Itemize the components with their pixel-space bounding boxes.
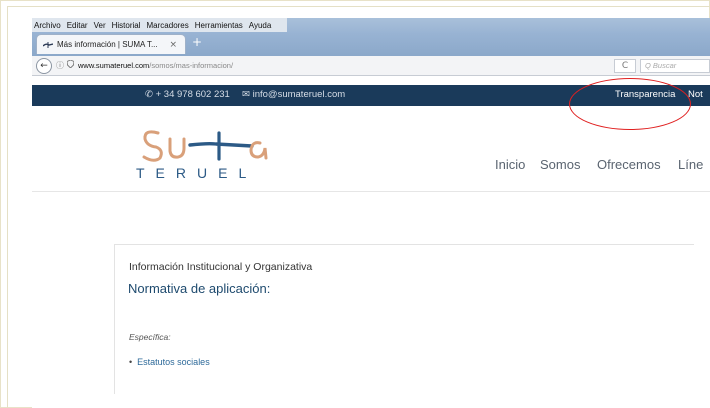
browser-chrome: Archivo Editar Ver Historial Marcadores …: [32, 18, 710, 58]
logo-subtitle: TERUEL: [136, 165, 258, 181]
section-heading: Normativa de aplicación:: [128, 281, 271, 296]
menu-historial[interactable]: Historial: [112, 21, 141, 30]
menu-bar: Archivo Editar Ver Historial Marcadores …: [32, 18, 287, 32]
bullet-icon: •: [129, 357, 133, 367]
menu-herramientas[interactable]: Herramientas: [195, 21, 243, 30]
content-panel: Información Institucional y Organizativa…: [114, 244, 694, 394]
site-contact-bar: ✆ + 34 978 602 231 ✉ info@sumateruel.com…: [32, 85, 710, 106]
menu-ver[interactable]: Ver: [94, 21, 106, 30]
menu-editar[interactable]: Editar: [67, 21, 88, 30]
nav-lineas[interactable]: Líne: [678, 157, 703, 172]
url-domain: www.sumateruel.com: [78, 61, 150, 70]
menu-archivo[interactable]: Archivo: [34, 21, 61, 30]
url-path: /somos/mas-informacion/: [149, 61, 234, 70]
phone-number: + 34 978 602 231: [155, 89, 230, 100]
mail-icon: ✉: [242, 89, 250, 100]
search-input[interactable]: Q Buscar: [640, 59, 710, 73]
menu-ayuda[interactable]: Ayuda: [249, 21, 272, 30]
frame-left-line: [7, 6, 8, 408]
new-tab-button[interactable]: +: [192, 35, 202, 49]
especifica-label: Específica:: [129, 332, 171, 342]
email-address: info@sumateruel.com: [252, 89, 346, 100]
phone-contact[interactable]: ✆ + 34 978 602 231: [145, 89, 230, 100]
browser-tab[interactable]: Más información | SUMA T... ×: [36, 34, 186, 54]
info-icon[interactable]: ⓘ: [56, 60, 64, 71]
address-bar[interactable]: www.sumateruel.com/somos/mas-informacion…: [78, 59, 610, 73]
navigation-bar: ← ⓘ www.sumateruel.com/somos/mas-informa…: [32, 56, 710, 76]
truncated-top-link[interactable]: Not: [688, 89, 703, 100]
section-title: Información Institucional y Organizativa: [129, 261, 313, 273]
site-favicon-icon: [42, 41, 54, 48]
tab-title: Más información | SUMA T...: [57, 40, 158, 49]
suma-teruel-logo[interactable]: TERUEL: [136, 121, 286, 181]
back-arrow-icon[interactable]: ←: [36, 58, 52, 74]
logo-mark: [142, 130, 268, 162]
reload-icon[interactable]: C: [614, 59, 636, 73]
frame-top-line: [7, 6, 710, 7]
site-header: TERUEL Inicio Somos Ofrecemos Líne: [32, 106, 710, 192]
estatutos-link[interactable]: Estatutos sociales: [137, 357, 210, 367]
transparency-link[interactable]: Transparencia: [615, 89, 675, 100]
nav-ofrecemos[interactable]: Ofrecemos: [597, 157, 661, 172]
email-contact[interactable]: ✉ info@sumateruel.com: [242, 89, 345, 100]
close-tab-icon[interactable]: ×: [169, 40, 177, 50]
nav-somos[interactable]: Somos: [540, 157, 580, 172]
phone-icon: ✆: [145, 89, 153, 100]
menu-marcadores[interactable]: Marcadores: [147, 21, 189, 30]
estatutos-link-item[interactable]: • Estatutos sociales: [129, 357, 210, 367]
nav-inicio[interactable]: Inicio: [495, 157, 525, 172]
shield-icon[interactable]: [66, 59, 75, 70]
